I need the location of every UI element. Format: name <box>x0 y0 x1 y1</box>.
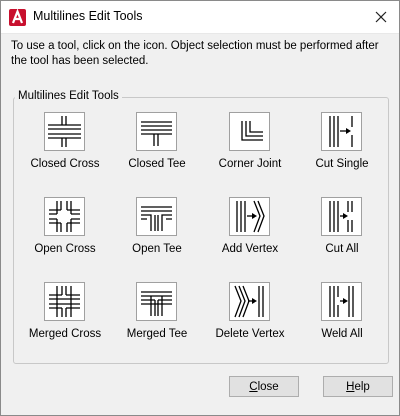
tool-add-vertex[interactable]: Add Vertex <box>206 197 298 263</box>
tool-label: Merged Tee <box>126 328 188 340</box>
tool-label: Corner Joint <box>218 158 282 170</box>
close-window-button[interactable] <box>363 1 399 33</box>
tool-delete-vertex[interactable]: Delete Vertex <box>206 282 298 348</box>
cut-single-button[interactable] <box>321 112 362 151</box>
close-icon <box>375 11 387 23</box>
merged-cross-icon <box>49 286 80 317</box>
delete-vertex-icon <box>234 285 264 318</box>
corner-joint-icon <box>241 121 263 141</box>
tool-label: Delete Vertex <box>215 328 285 340</box>
tool-closed-cross[interactable]: Closed Cross <box>21 112 113 178</box>
tool-open-cross[interactable]: Open Cross <box>21 197 113 263</box>
merged-tee-icon <box>141 291 172 316</box>
instructions-text: To use a tool, click on the icon. Object… <box>11 40 379 67</box>
title-bar: Multilines Edit Tools <box>1 1 399 34</box>
dialog-window: Multilines Edit Tools To use a tool, cli… <box>0 0 400 416</box>
tool-merged-tee[interactable]: Merged Tee <box>113 282 205 348</box>
merged-tee-button[interactable] <box>136 282 177 321</box>
weld-all-button[interactable] <box>321 282 362 321</box>
close-button-label: Close <box>249 380 279 393</box>
weld-all-icon <box>329 286 354 317</box>
tool-label: Weld All <box>321 328 363 340</box>
closed-cross-icon <box>48 116 81 147</box>
tool-closed-tee[interactable]: Closed Tee <box>113 112 205 178</box>
tool-label: Closed Tee <box>128 158 186 170</box>
tool-label: Closed Cross <box>30 158 100 170</box>
open-cross-icon <box>49 201 80 232</box>
tool-label: Merged Cross <box>28 328 102 340</box>
tool-label: Open Tee <box>132 243 182 255</box>
tool-cut-all[interactable]: Cut All <box>298 197 390 263</box>
tool-label: Cut All <box>325 243 359 255</box>
merged-cross-button[interactable] <box>44 282 85 321</box>
help-button-label: Help <box>346 380 370 393</box>
add-vertex-icon <box>236 200 265 233</box>
corner-joint-button[interactable] <box>229 112 270 151</box>
closed-tee-button[interactable] <box>136 112 177 151</box>
window-title: Multilines Edit Tools <box>33 9 143 23</box>
tool-label: Add Vertex <box>221 243 279 255</box>
closed-tee-icon <box>141 121 172 146</box>
tool-label: Cut Single <box>315 158 369 170</box>
cut-single-icon <box>329 116 353 147</box>
group-label: Multilines Edit Tools <box>15 90 122 102</box>
autocad-logo-icon <box>9 9 26 26</box>
open-cross-button[interactable] <box>44 197 85 236</box>
closed-cross-button[interactable] <box>44 112 85 151</box>
open-tee-icon <box>141 206 172 231</box>
close-button[interactable]: Close <box>229 376 299 397</box>
tool-open-tee[interactable]: Open Tee <box>113 197 205 263</box>
help-button[interactable]: Help <box>323 376 393 397</box>
tool-corner-joint[interactable]: Corner Joint <box>206 112 298 178</box>
tool-merged-cross[interactable]: Merged Cross <box>21 282 113 348</box>
cut-all-icon <box>329 201 353 232</box>
add-vertex-button[interactable] <box>229 197 270 236</box>
tool-weld-all[interactable]: Weld All <box>298 282 390 348</box>
tool-label: Open Cross <box>34 243 96 255</box>
cut-all-button[interactable] <box>321 197 362 236</box>
delete-vertex-button[interactable] <box>229 282 270 321</box>
tool-cut-single[interactable]: Cut Single <box>298 112 390 178</box>
open-tee-button[interactable] <box>136 197 177 236</box>
